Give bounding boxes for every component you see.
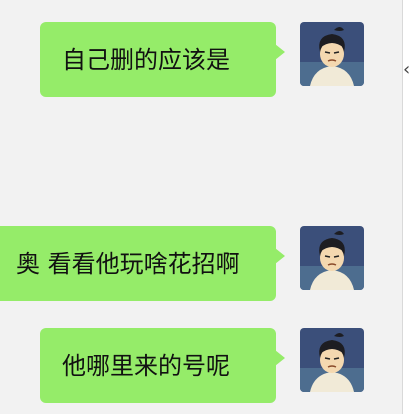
message-bubble[interactable]: 自己删的应该是 bbox=[40, 22, 285, 97]
cartoon-boy-avatar-icon bbox=[300, 328, 364, 392]
message-text: 奥 看看他玩啥花招啊 bbox=[16, 250, 240, 278]
avatar-icon[interactable] bbox=[300, 22, 364, 86]
side-panel-edge: ‹ bbox=[402, 0, 412, 414]
message-bubble[interactable]: 他哪里来的号呢 bbox=[40, 328, 285, 403]
message-text: 自己删的应该是 bbox=[62, 46, 230, 74]
message-text: 他哪里来的号呢 bbox=[62, 352, 230, 380]
avatar-icon[interactable] bbox=[300, 328, 364, 392]
chat-window: 自己删的应该是 奥 看看他玩啥花招啊 他哪里来的号呢 ‹ bbox=[0, 0, 412, 414]
message-bubble[interactable]: 奥 看看他玩啥花招啊 bbox=[0, 226, 285, 301]
cartoon-boy-avatar-icon bbox=[300, 22, 364, 86]
chevron-left-icon[interactable]: ‹ bbox=[402, 60, 412, 80]
cartoon-boy-avatar-icon bbox=[300, 226, 364, 290]
avatar-icon[interactable] bbox=[300, 226, 364, 290]
